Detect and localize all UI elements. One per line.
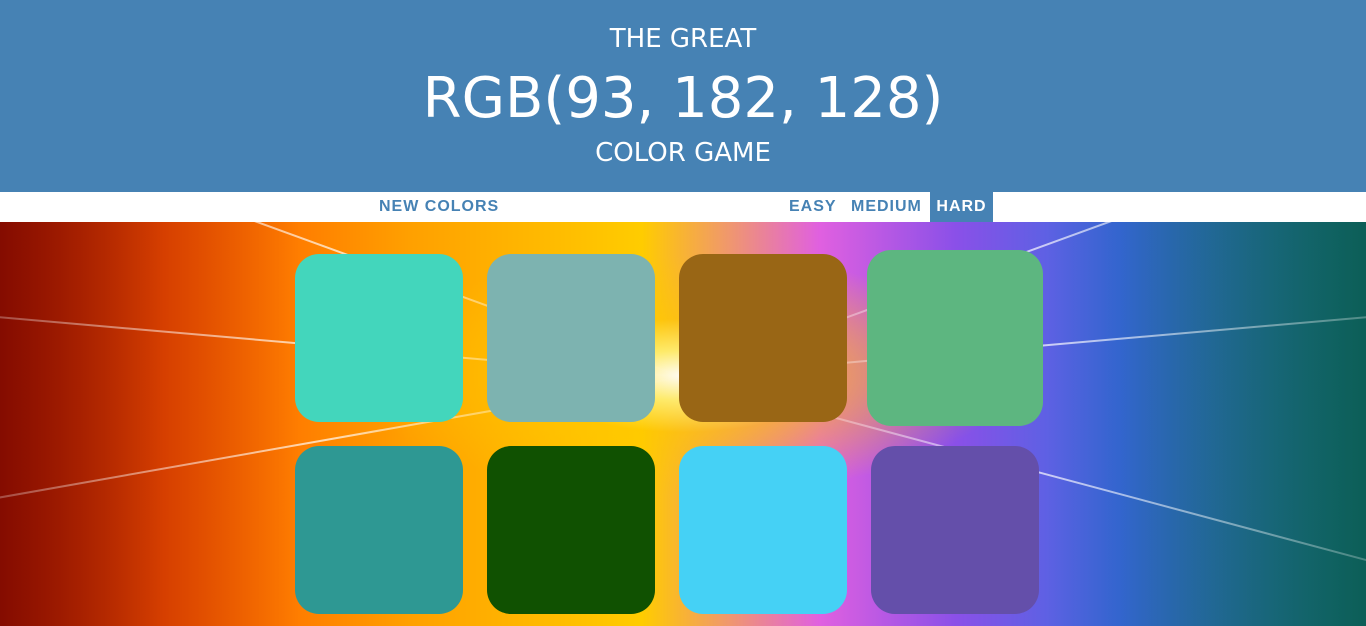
- color-square-4[interactable]: [867, 250, 1043, 426]
- background-shade-right: [1046, 222, 1366, 626]
- new-colors-button[interactable]: NEW COLORS: [373, 192, 505, 222]
- color-square-8[interactable]: [871, 446, 1039, 614]
- control-stripe: NEW COLORS EASY MEDIUM HARD: [0, 192, 1366, 222]
- background-shade-left: [0, 222, 300, 626]
- title-top: THE GREAT: [609, 24, 757, 54]
- color-square-5[interactable]: [295, 446, 463, 614]
- title-bottom: COLOR GAME: [595, 138, 771, 168]
- rgb-display: RGB(93, 182, 128): [422, 66, 944, 131]
- color-square-7[interactable]: [679, 446, 847, 614]
- color-square-1[interactable]: [295, 254, 463, 422]
- color-square-3[interactable]: [679, 254, 847, 422]
- mode-easy-button[interactable]: EASY: [783, 192, 843, 222]
- mode-medium-button[interactable]: MEDIUM: [845, 192, 928, 222]
- mode-hard-button[interactable]: HARD: [930, 192, 993, 222]
- header: THE GREAT RGB(93, 182, 128) COLOR GAME: [0, 0, 1366, 192]
- color-square-6[interactable]: [487, 446, 655, 614]
- color-square-2[interactable]: [487, 254, 655, 422]
